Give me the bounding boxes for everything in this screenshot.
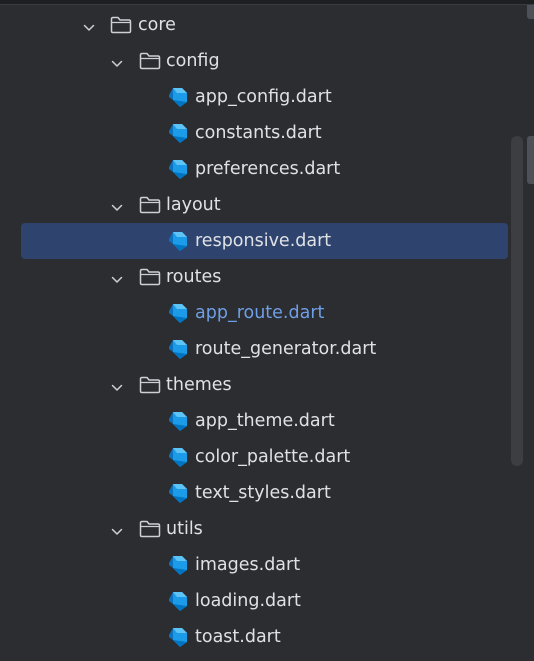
dart-file-icon xyxy=(168,554,188,576)
tree-file-row[interactable]: app_route.dart xyxy=(0,295,534,331)
file-name-label: constants.dart xyxy=(195,123,322,143)
tree-file-row[interactable]: loading.dart xyxy=(0,583,534,619)
tree-file-row[interactable]: toast.dart xyxy=(0,619,534,655)
tree-file-row[interactable]: app_theme.dart xyxy=(0,403,534,439)
project-tree: core config app_config.dart constants.dart p… xyxy=(0,7,534,655)
chevron-down-icon[interactable] xyxy=(111,271,123,283)
folder-icon xyxy=(139,268,161,286)
tree-folder-row[interactable]: routes xyxy=(0,259,534,295)
dart-file-icon xyxy=(168,302,188,324)
folder-icon xyxy=(139,52,161,70)
tree-folder-row[interactable]: themes xyxy=(0,367,534,403)
dart-file-icon xyxy=(168,338,188,360)
chevron-down-icon[interactable] xyxy=(111,523,123,535)
project-tree-panel: core config app_config.dart constants.dart p… xyxy=(0,0,534,661)
folder-name-label: layout xyxy=(166,195,221,215)
folder-name-label: core xyxy=(138,15,176,35)
folder-icon xyxy=(139,376,161,394)
tree-file-row[interactable]: app_config.dart xyxy=(0,79,534,115)
tree-file-row[interactable]: preferences.dart xyxy=(0,151,534,187)
folder-name-label: themes xyxy=(166,375,232,395)
file-name-label: app_theme.dart xyxy=(195,411,335,431)
chevron-down-icon[interactable] xyxy=(83,19,95,31)
tree-file-row[interactable]: images.dart xyxy=(0,547,534,583)
dart-file-icon xyxy=(168,446,188,468)
file-name-label: app_route.dart xyxy=(195,303,325,323)
folder-name-label: utils xyxy=(166,519,203,539)
dart-file-icon xyxy=(168,626,188,648)
chevron-down-icon[interactable] xyxy=(111,55,123,67)
file-name-label: images.dart xyxy=(195,555,301,575)
dart-file-icon xyxy=(168,410,188,432)
tree-folder-row[interactable]: layout xyxy=(0,187,534,223)
dart-file-icon xyxy=(168,482,188,504)
file-name-label: app_config.dart xyxy=(195,87,332,107)
file-name-label: color_palette.dart xyxy=(195,447,351,467)
file-name-label: route_generator.dart xyxy=(195,339,377,359)
folder-icon xyxy=(139,520,161,538)
chevron-down-icon[interactable] xyxy=(111,199,123,211)
vertical-scrollbar[interactable] xyxy=(511,136,523,466)
dart-file-icon xyxy=(168,158,188,180)
tree-file-row[interactable]: route_generator.dart xyxy=(0,331,534,367)
folder-name-label: config xyxy=(166,51,220,71)
tree-file-row[interactable]: constants.dart xyxy=(0,115,534,151)
vertical-scrollbar-thumb[interactable] xyxy=(527,136,534,184)
dart-file-icon xyxy=(168,230,188,252)
tree-file-row[interactable]: text_styles.dart xyxy=(0,475,534,511)
dart-file-icon xyxy=(168,86,188,108)
chevron-down-icon[interactable] xyxy=(111,379,123,391)
file-name-label: toast.dart xyxy=(195,627,281,647)
dart-file-icon xyxy=(168,590,188,612)
tree-folder-row[interactable]: core xyxy=(0,7,534,43)
tree-file-row[interactable]: color_palette.dart xyxy=(0,439,534,475)
folder-icon xyxy=(110,16,132,34)
tree-folder-row[interactable]: config xyxy=(0,43,534,79)
file-name-label: preferences.dart xyxy=(195,159,341,179)
tree-file-row[interactable]: responsive.dart xyxy=(21,223,508,259)
dart-file-icon xyxy=(168,122,188,144)
folder-name-label: routes xyxy=(166,267,222,287)
file-name-label: responsive.dart xyxy=(195,231,332,251)
panel-top-border xyxy=(0,0,534,5)
file-name-label: text_styles.dart xyxy=(195,483,331,503)
folder-icon xyxy=(139,196,161,214)
file-name-label: loading.dart xyxy=(195,591,301,611)
tree-folder-row[interactable]: utils xyxy=(0,511,534,547)
